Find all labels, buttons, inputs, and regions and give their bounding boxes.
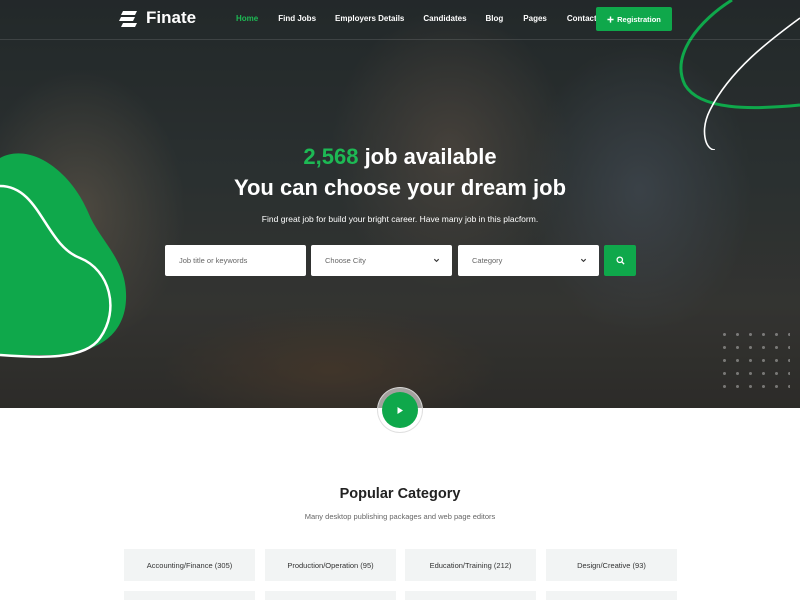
- category-card-partial[interactable]: [405, 591, 536, 600]
- registration-label: Registration: [617, 14, 661, 24]
- category-card-partial[interactable]: [265, 591, 396, 600]
- category-card[interactable]: Production/Operation (95): [265, 549, 396, 581]
- keyword-field[interactable]: [165, 245, 306, 276]
- section-subtitle: Many desktop publishing packages and web…: [304, 512, 496, 521]
- category-card[interactable]: Design/Creative (93): [546, 549, 677, 581]
- job-count-suffix: job available: [364, 144, 497, 169]
- video-play-button[interactable]: [382, 392, 418, 428]
- category-card-partial[interactable]: [546, 591, 677, 600]
- search-button[interactable]: [604, 245, 636, 276]
- city-select[interactable]: Choose City: [311, 245, 452, 276]
- nav-item-employers-details[interactable]: Employers Details: [335, 14, 404, 23]
- keyword-input[interactable]: [179, 256, 306, 265]
- job-count: 2,568: [303, 144, 359, 169]
- nav-item-contact[interactable]: Contact: [567, 14, 597, 23]
- nav-menu: Home Find Jobs Employers Details Candida…: [236, 14, 597, 23]
- plus-icon: [607, 15, 614, 23]
- hero-subheadline: You can choose your dream job: [233, 175, 567, 200]
- section-title: Popular Category: [339, 486, 461, 502]
- registration-button[interactable]: Registration: [596, 7, 672, 31]
- hero-description: Find great job for build your bright car…: [261, 214, 539, 224]
- hero-section: Finate Home Find Jobs Employers Details …: [0, 0, 800, 408]
- dot-grid-decoration: [718, 328, 790, 388]
- city-select-value: Choose City: [325, 256, 366, 265]
- nav-item-blog[interactable]: Blog: [486, 14, 504, 23]
- nav-item-pages[interactable]: Pages: [523, 14, 547, 23]
- category-select[interactable]: Category: [458, 245, 599, 276]
- category-card[interactable]: Accounting/Finance (305): [124, 549, 255, 581]
- category-card-partial[interactable]: [124, 591, 255, 600]
- play-icon: [397, 406, 403, 414]
- category-card[interactable]: Education/Training (212): [405, 549, 536, 581]
- navbar: Finate Home Find Jobs Employers Details …: [0, 0, 800, 40]
- nav-item-candidates[interactable]: Candidates: [423, 14, 466, 23]
- video-play-ring: [377, 387, 423, 433]
- search-icon: [615, 256, 625, 265]
- logo-text: Finate: [146, 8, 197, 27]
- category-select-value: Category: [472, 256, 503, 265]
- chevron-down-icon: [580, 258, 587, 263]
- hero-headline: 2,568 job available: [0, 144, 800, 170]
- logo[interactable]: Finate: [118, 7, 196, 29]
- chevron-down-icon: [433, 258, 440, 263]
- logo-icon: [119, 11, 137, 27]
- nav-item-home[interactable]: Home: [236, 14, 258, 23]
- nav-item-find-jobs[interactable]: Find Jobs: [278, 14, 316, 23]
